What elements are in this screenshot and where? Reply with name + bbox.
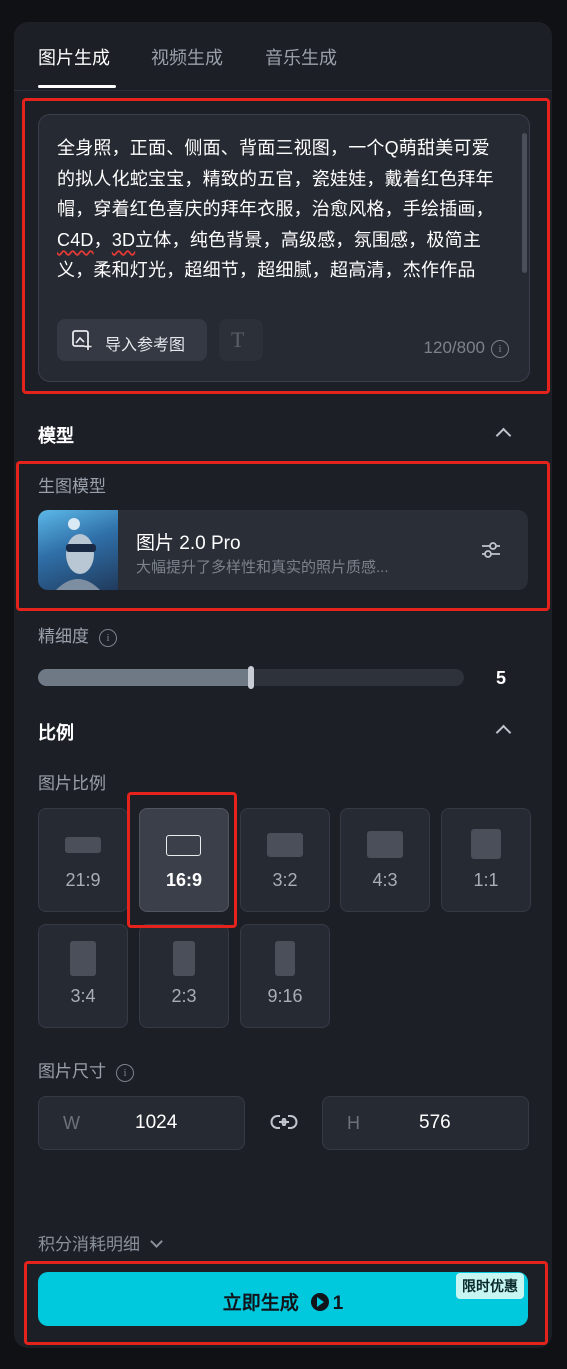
ratio-option-16-9[interactable]: 16:9 <box>139 808 229 912</box>
ratio-option-3-2[interactable]: 3:2 <box>240 808 330 912</box>
ratio-3-4-icon <box>70 941 96 976</box>
ratio-label: 2:3 <box>171 986 197 1006</box>
generate-button[interactable]: 立即生成 1 限时优惠 <box>38 1272 528 1326</box>
ratio-label: 9:16 <box>267 986 303 1006</box>
height-key: H <box>347 1113 360 1133</box>
ratio-16-9-icon <box>166 835 201 856</box>
ratio-2-3-icon <box>173 941 195 976</box>
ratio-21-9-icon <box>65 837 101 853</box>
info-icon[interactable]: i <box>116 1063 134 1082</box>
ratio-label: 3:4 <box>70 986 96 1006</box>
tab-bar: 图片生成 视频生成 音乐生成 <box>14 22 552 91</box>
import-reference-label: 导入参考图 <box>105 337 186 354</box>
tab-video-generation[interactable]: 视频生成 <box>151 44 223 70</box>
ratio-section-title: 比例 <box>38 723 74 743</box>
settings-sliders-icon[interactable] <box>480 540 502 560</box>
ratio-1-1-icon <box>471 829 501 859</box>
prompt-scrollbar[interactable] <box>522 133 527 273</box>
prompt-textarea[interactable]: 全身照，正面、侧面、背面三视图，一个Q萌甜美可爱的拟人化蛇宝宝，精致的五官，瓷娃… <box>38 114 530 382</box>
import-reference-image-button[interactable]: 导入参考图 <box>57 319 207 361</box>
points-consumption-toggle[interactable]: 积分消耗明细 <box>38 1230 163 1255</box>
info-icon[interactable]: i <box>99 628 117 647</box>
ratio-label: 21:9 <box>65 870 101 890</box>
link-icon[interactable] <box>270 1114 298 1130</box>
text-style-button[interactable]: T <box>219 319 263 361</box>
model-selector-card[interactable]: 图片 2.0 Pro 大幅提升了多样性和真实的照片质感... <box>38 510 528 590</box>
model-section-title: 模型 <box>38 426 74 446</box>
ratio-label: 4:3 <box>372 870 398 890</box>
ratio-3-2-icon <box>267 833 303 857</box>
generate-cost: 1 <box>332 1293 344 1314</box>
info-icon[interactable]: i <box>491 339 509 358</box>
ratio-option-3-4[interactable]: 3:4 <box>38 924 128 1028</box>
height-value[interactable]: 576 <box>419 1112 451 1134</box>
tab-image-generation[interactable]: 图片生成 <box>38 44 110 70</box>
side-panel: 图片生成 视频生成 音乐生成 全身照，正面、侧面、背面三视图，一个Q萌甜美可爱的… <box>14 22 552 1348</box>
width-input[interactable]: W 1024 <box>38 1096 245 1150</box>
collapse-ratio-chevron-icon[interactable] <box>495 724 512 741</box>
image-model-label: 生图模型 <box>38 477 106 496</box>
image-size-label: 图片尺寸 i <box>38 1057 134 1082</box>
model-thumbnail <box>38 510 118 590</box>
promo-badge: 限时优惠 <box>456 1273 524 1299</box>
detail-slider[interactable] <box>38 666 464 689</box>
ratio-label: 3:2 <box>272 870 298 890</box>
width-value[interactable]: 1024 <box>135 1112 177 1134</box>
prompt-text[interactable]: 全身照，正面、侧面、背面三视图，一个Q萌甜美可爱的拟人化蛇宝宝，精致的五官，瓷娃… <box>57 133 497 293</box>
ratio-option-4-3[interactable]: 4:3 <box>340 808 430 912</box>
image-ratio-label: 图片比例 <box>38 774 106 793</box>
ratio-4-3-icon <box>367 831 403 858</box>
char-counter: 120/800 i <box>424 338 509 358</box>
width-key: W <box>63 1113 80 1133</box>
detail-label: 精细度 i <box>38 622 117 647</box>
detail-slider-handle[interactable] <box>248 666 254 689</box>
ratio-label: 1:1 <box>473 870 499 890</box>
active-tab-indicator <box>38 85 116 88</box>
ratio-option-21-9[interactable]: 21:9 <box>38 808 128 912</box>
text-format-icon: T <box>231 327 245 352</box>
ratio-option-9-16[interactable]: 9:16 <box>240 924 330 1028</box>
chevron-down-icon <box>150 1235 163 1248</box>
detail-slider-fill <box>38 669 251 686</box>
height-input[interactable]: H 576 <box>322 1096 529 1150</box>
model-name: 图片 2.0 Pro <box>136 533 241 554</box>
detail-value: 5 <box>496 668 507 688</box>
image-add-icon <box>72 330 92 350</box>
model-description: 大幅提升了多样性和真实的照片质感... <box>136 559 389 576</box>
ratio-9-16-icon <box>275 941 295 976</box>
ratio-option-2-3[interactable]: 2:3 <box>139 924 229 1028</box>
generate-label: 立即生成 <box>222 1293 299 1314</box>
ratio-option-1-1[interactable]: 1:1 <box>441 808 531 912</box>
ratio-label: 16:9 <box>165 870 203 890</box>
credit-icon <box>310 1292 329 1311</box>
tab-music-generation[interactable]: 音乐生成 <box>265 44 337 70</box>
collapse-model-chevron-icon[interactable] <box>495 427 512 444</box>
